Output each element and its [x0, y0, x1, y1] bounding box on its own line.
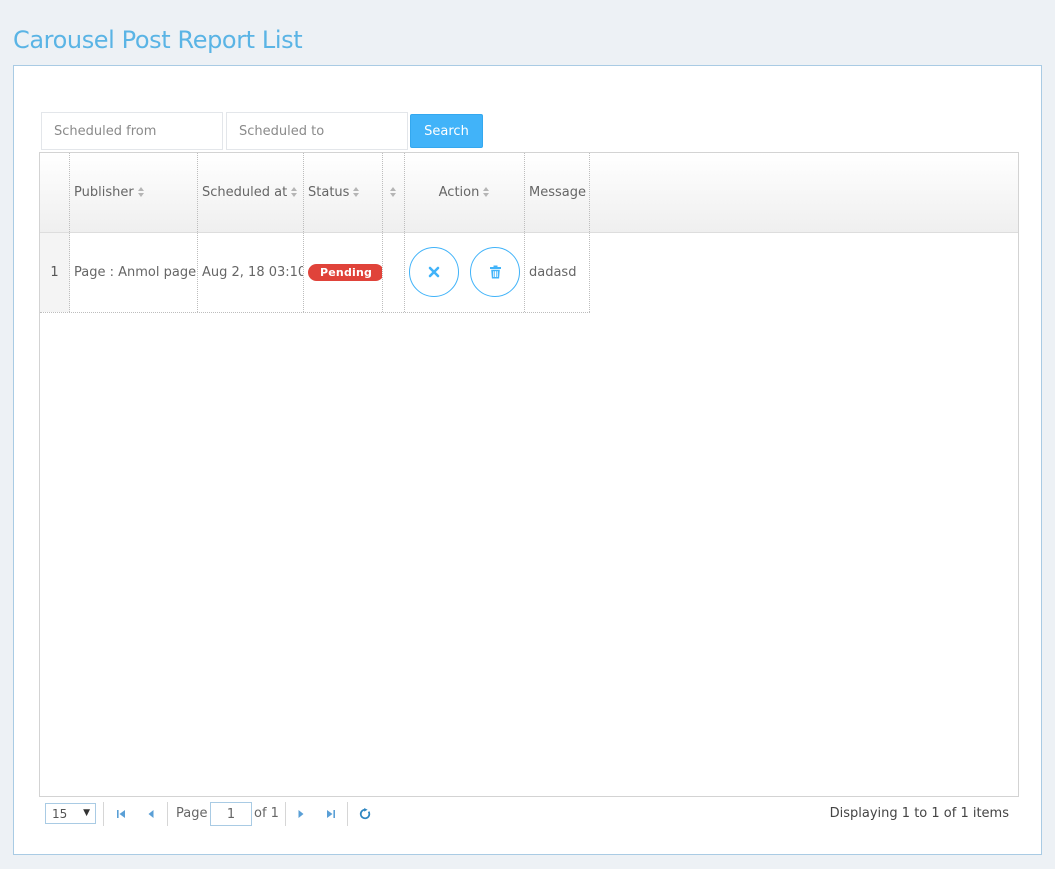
column-header-action[interactable]: Action: [405, 153, 525, 232]
first-page-icon: [117, 810, 125, 818]
column-header-publisher[interactable]: Publisher: [70, 153, 198, 232]
row-number: 1: [40, 233, 70, 312]
page-title: Carousel Post Report List: [13, 26, 303, 55]
last-page-icon: [327, 810, 335, 818]
last-page-button[interactable]: [324, 806, 338, 822]
blank-cell: [383, 233, 405, 312]
refresh-icon: [359, 808, 371, 820]
message-cell: dadasd: [525, 233, 590, 312]
search-button[interactable]: Search: [410, 114, 483, 148]
sort-icon: [137, 187, 145, 198]
table-row[interactable]: 1 Page : Anmol page Aug 2, 18 03:10 Pend…: [40, 233, 590, 313]
previous-page-button[interactable]: [144, 806, 158, 822]
column-header-status[interactable]: Status: [304, 153, 383, 232]
next-page-icon: [298, 810, 304, 818]
column-header-label: Action: [438, 185, 480, 200]
publisher-cell: Page : Anmol page: [70, 233, 198, 312]
status-cell: Pending: [304, 233, 383, 312]
column-header-label: Message: [529, 185, 586, 200]
column-header-scheduled-at[interactable]: Scheduled at: [198, 153, 304, 232]
sort-icon: [291, 187, 298, 198]
column-header-message[interactable]: Message: [525, 153, 590, 232]
chevron-down-icon: ▼: [83, 808, 90, 818]
pager-divider: [347, 802, 348, 826]
scheduled-from-input[interactable]: [41, 112, 223, 150]
cancel-post-button[interactable]: [409, 247, 459, 297]
refresh-button[interactable]: [358, 806, 372, 822]
action-cell: [405, 233, 525, 312]
scheduled-at-cell: Aug 2, 18 03:10: [198, 233, 304, 312]
next-page-button[interactable]: [294, 806, 308, 822]
column-header-label: Publisher: [74, 185, 134, 200]
column-header-row-number: [40, 153, 70, 232]
previous-page-icon: [148, 810, 154, 818]
pager-divider: [103, 802, 104, 826]
close-icon: [428, 266, 440, 278]
delete-post-button[interactable]: [470, 247, 520, 297]
grid-header: Publisher Scheduled at Status Action Mes…: [40, 153, 1018, 233]
page-label: Page: [176, 806, 208, 821]
page-count-label: of 1: [254, 806, 279, 821]
pagination-bar: 15 ▼ Page of 1: [45, 801, 1009, 827]
first-page-button[interactable]: [114, 806, 128, 822]
report-grid: Publisher Scheduled at Status Action Mes…: [39, 152, 1019, 797]
sort-icon: [483, 187, 490, 198]
scheduled-to-input[interactable]: [226, 112, 408, 150]
report-panel: Search Publisher Scheduled at Status Act…: [13, 65, 1042, 855]
page-size-value: 15: [52, 806, 68, 821]
sort-icon: [353, 187, 360, 198]
trash-icon: [489, 265, 501, 279]
page-size-select[interactable]: 15 ▼: [45, 803, 96, 824]
status-badge: Pending: [308, 264, 382, 281]
column-header-label: Scheduled at: [202, 185, 288, 200]
pager-divider: [167, 802, 168, 826]
pager-divider: [285, 802, 286, 826]
column-header-label: Status: [308, 185, 350, 200]
sort-icon: [390, 187, 397, 198]
page-number-input[interactable]: [210, 802, 252, 826]
pagination-summary: Displaying 1 to 1 of 1 items: [829, 806, 1009, 821]
column-header-blank[interactable]: [383, 153, 405, 232]
